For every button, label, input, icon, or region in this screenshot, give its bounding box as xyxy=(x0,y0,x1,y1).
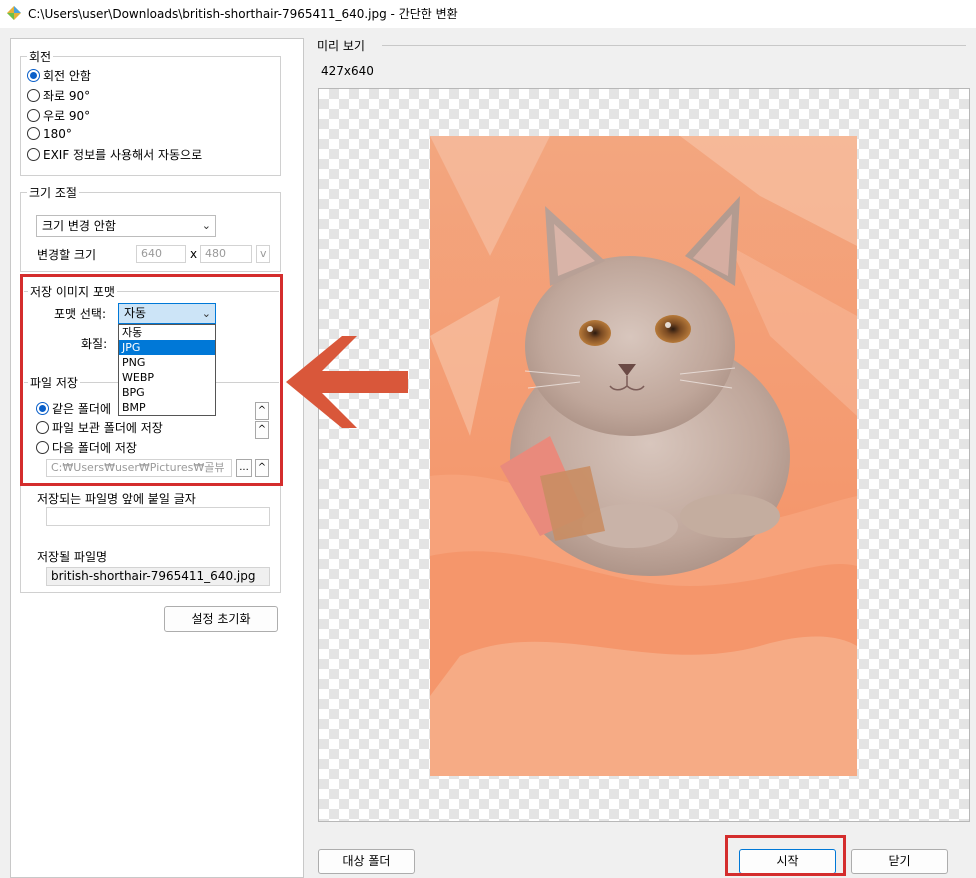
format-option-bpg[interactable]: BPG xyxy=(119,385,215,400)
rotation-group-title: 회전 xyxy=(27,48,54,65)
rotation-option-none[interactable]: 회전 안함 xyxy=(27,67,91,85)
radio-icon xyxy=(27,127,40,140)
filename-label: 저장될 파일명 xyxy=(37,550,108,564)
save-option-custom-folder[interactable]: 다음 폴더에 저장 xyxy=(36,439,137,457)
format-option-webp[interactable]: WEBP xyxy=(119,370,215,385)
prefix-input[interactable] xyxy=(46,507,270,526)
resize-size-label: 변경할 크기 xyxy=(37,248,97,262)
move-up-button[interactable]: ^ xyxy=(255,402,269,420)
target-folder-button[interactable]: 대상 폴더 xyxy=(318,849,415,874)
chevron-down-icon: ⌄ xyxy=(201,307,211,320)
resize-width-input[interactable]: 640 xyxy=(136,245,186,263)
app-icon xyxy=(7,6,21,20)
radio-checked-icon xyxy=(27,69,40,82)
resize-height-input[interactable]: 480 xyxy=(200,245,252,263)
format-option-png[interactable]: PNG xyxy=(119,355,215,370)
save-option-archive-folder[interactable]: 파일 보관 폴더에 저장 xyxy=(36,419,163,437)
radio-icon xyxy=(36,441,49,454)
save-group-title: 파일 저장 xyxy=(28,374,80,391)
rotation-group: 회전 회전 안함 좌로 90° 우로 90° 180° EXIF 정보를 사용해… xyxy=(20,48,281,176)
preview-title-divider xyxy=(382,45,966,46)
window-title: C:\Users\user\Downloads\british-shorthai… xyxy=(28,7,458,21)
radio-icon xyxy=(36,421,49,434)
left-arrow-icon xyxy=(286,336,408,428)
format-group-title: 저장 이미지 포맷 xyxy=(28,283,117,300)
format-option-auto[interactable]: 자동 xyxy=(119,325,215,340)
resize-x-separator: x xyxy=(190,247,198,261)
radio-icon xyxy=(27,148,40,161)
format-dropdown-list: 자동 JPG PNG WEBP BPG BMP xyxy=(118,324,216,416)
browse-button[interactable]: ... xyxy=(236,459,252,477)
radio-icon xyxy=(27,89,40,102)
radio-checked-icon xyxy=(36,402,49,415)
radio-icon xyxy=(27,109,40,122)
rotation-option-180[interactable]: 180° xyxy=(27,127,72,145)
preview-title: 미리 보기 xyxy=(317,39,365,53)
title-bar: C:\Users\user\Downloads\british-shorthai… xyxy=(0,0,976,28)
move-up-button-2[interactable]: ^ xyxy=(255,421,269,439)
preview-dimensions: 427x640 xyxy=(321,64,374,78)
folder-up-button[interactable]: ^ xyxy=(255,459,269,477)
rotation-option-right90[interactable]: 우로 90° xyxy=(27,107,90,125)
quality-label: 화질: xyxy=(81,337,108,351)
kitten-photo-icon xyxy=(430,136,857,776)
reset-settings-button[interactable]: 설정 초기화 xyxy=(164,606,278,632)
resize-group-title: 크기 조절 xyxy=(27,184,79,201)
start-button[interactable]: 시작 xyxy=(739,849,836,874)
format-select[interactable]: 자동 ⌄ xyxy=(118,303,216,324)
rotation-option-left90[interactable]: 좌로 90° xyxy=(27,87,90,105)
filename-output: british-shorthair-7965411_640.jpg xyxy=(46,567,270,586)
close-button[interactable]: 닫기 xyxy=(851,849,948,874)
format-option-bmp[interactable]: BMP xyxy=(119,400,215,415)
format-option-jpg[interactable]: JPG xyxy=(119,340,215,355)
folder-path-input[interactable]: C:₩Users₩user₩Pictures₩골뷰 xyxy=(46,459,232,477)
resize-preset-button[interactable]: v xyxy=(256,245,270,263)
save-option-same-folder[interactable]: 같은 폴더에 xyxy=(36,400,111,418)
chevron-down-icon: ⌄ xyxy=(201,219,211,232)
preview-image xyxy=(430,136,857,776)
format-select-label: 포맷 선택: xyxy=(54,307,107,321)
resize-mode-select[interactable]: 크기 변경 안함 ⌄ xyxy=(36,215,216,237)
rotation-option-exif[interactable]: EXIF 정보를 사용해서 자동으로 xyxy=(27,146,202,164)
prefix-label: 저장되는 파일명 앞에 붙일 글자 xyxy=(37,492,196,506)
